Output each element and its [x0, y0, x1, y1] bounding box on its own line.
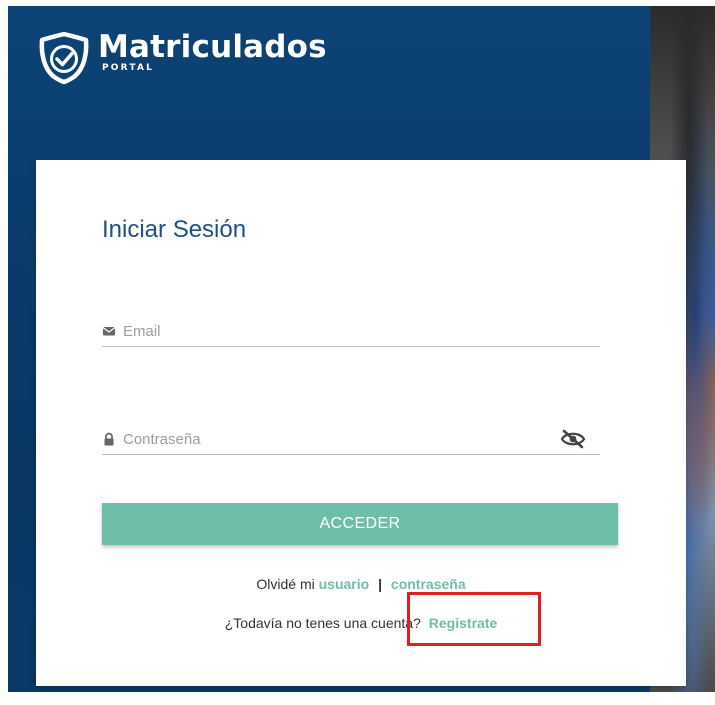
- register-prompt: ¿Todavía no tenes una cuenta? Registrate: [36, 615, 686, 631]
- forgot-password-link[interactable]: contraseña: [391, 576, 466, 592]
- page-title: Iniciar Sesión: [102, 216, 247, 243]
- brand-subtitle: PORTAL: [102, 63, 155, 73]
- login-button[interactable]: ACCEDER: [102, 503, 618, 545]
- forgot-separator: |: [378, 576, 383, 592]
- password-placeholder: Contraseña: [123, 431, 201, 448]
- login-page: Matriculados PORTAL Iniciar Sesión Email…: [0, 0, 715, 705]
- register-text: ¿Todavía no tenes una cuenta?: [224, 615, 421, 631]
- highlight-box: [407, 592, 541, 646]
- forgot-username-link[interactable]: usuario: [319, 576, 370, 592]
- forgot-credentials: Olvidé mi usuario | contraseña: [36, 576, 686, 592]
- lock-icon: [104, 432, 114, 446]
- email-placeholder: Email: [123, 323, 161, 340]
- brand-name: Matriculados: [98, 29, 327, 65]
- forgot-prefix: Olvidé mi: [256, 576, 315, 592]
- brand-logo-block: Matriculados PORTAL: [36, 30, 327, 86]
- envelope-icon: [102, 327, 116, 336]
- eye-off-icon[interactable]: [560, 428, 586, 450]
- shield-check-icon: [39, 31, 89, 85]
- email-field[interactable]: Email: [102, 314, 600, 347]
- password-field[interactable]: Contraseña: [102, 422, 600, 455]
- login-card: Iniciar Sesión Email Contraseña ACCEDER …: [36, 160, 686, 686]
- bottom-strip: [8, 692, 715, 705]
